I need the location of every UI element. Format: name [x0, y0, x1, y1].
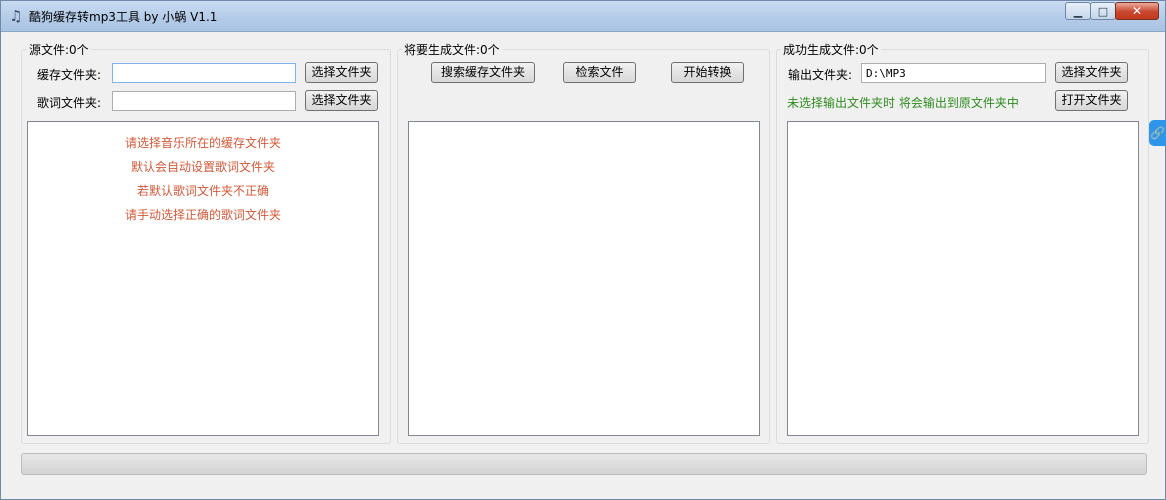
output-note: 未选择输出文件夹时 将会输出到原文件夹中 — [787, 96, 1019, 110]
search-cache-folder-button[interactable]: 搜索缓存文件夹 — [431, 62, 535, 83]
lyrics-choose-folder-button[interactable]: 选择文件夹 — [305, 90, 378, 111]
success-group-label: 成功生成文件:0个 — [781, 41, 881, 58]
pending-file-list[interactable] — [408, 121, 760, 436]
hint-line: 默认会自动设置歌词文件夹 — [130, 160, 275, 174]
success-file-list[interactable] — [787, 121, 1139, 436]
retrieve-files-button[interactable]: 检索文件 — [563, 62, 636, 83]
output-folder-label: 输出文件夹: — [788, 68, 853, 82]
start-convert-button[interactable]: 开始转换 — [671, 62, 744, 83]
cache-folder-input[interactable] — [112, 63, 296, 83]
minimize-button[interactable]: ▁ — [1065, 2, 1091, 20]
floating-side-tab[interactable]: 🔗 — [1149, 120, 1166, 146]
hint-line: 请选择音乐所在的缓存文件夹 — [124, 136, 281, 150]
progress-bar — [21, 453, 1147, 475]
hint-line: 请手动选择正确的歌词文件夹 — [124, 208, 281, 222]
lyrics-folder-label: 歌词文件夹: — [37, 96, 102, 110]
link-icon: 🔗 — [1150, 126, 1165, 140]
main-window: ♫ 酷狗缓存转mp3工具 by 小蜗 V1.1 ▁ □ ✕ 源文件:0个 缓存文… — [0, 0, 1166, 500]
output-folder-input[interactable] — [861, 63, 1046, 83]
window-title: 酷狗缓存转mp3工具 by 小蜗 V1.1 — [29, 10, 218, 24]
hint-line: 若默认歌词文件夹不正确 — [136, 184, 269, 198]
window-controls: ▁ □ ✕ — [1065, 2, 1159, 21]
maximize-icon: □ — [1097, 5, 1109, 18]
minimize-icon: ▁ — [1073, 5, 1083, 18]
pending-group-label: 将要生成文件:0个 — [402, 41, 502, 58]
source-group-label: 源文件:0个 — [27, 41, 91, 58]
lyrics-folder-input[interactable] — [112, 91, 296, 111]
cache-folder-label: 缓存文件夹: — [37, 68, 102, 82]
close-button[interactable]: ✕ — [1115, 2, 1159, 20]
source-file-list[interactable]: 请选择音乐所在的缓存文件夹 默认会自动设置歌词文件夹 若默认歌词文件夹不正确 请… — [27, 121, 379, 436]
maximize-button[interactable]: □ — [1090, 2, 1116, 20]
cache-choose-folder-button[interactable]: 选择文件夹 — [305, 62, 378, 83]
close-icon: ✕ — [1131, 4, 1143, 18]
open-folder-button[interactable]: 打开文件夹 — [1055, 90, 1128, 111]
title-bar[interactable]: ♫ 酷狗缓存转mp3工具 by 小蜗 V1.1 ▁ □ ✕ — [1, 1, 1165, 32]
output-choose-folder-button[interactable]: 选择文件夹 — [1055, 62, 1128, 83]
music-note-icon: ♫ — [9, 7, 23, 25]
